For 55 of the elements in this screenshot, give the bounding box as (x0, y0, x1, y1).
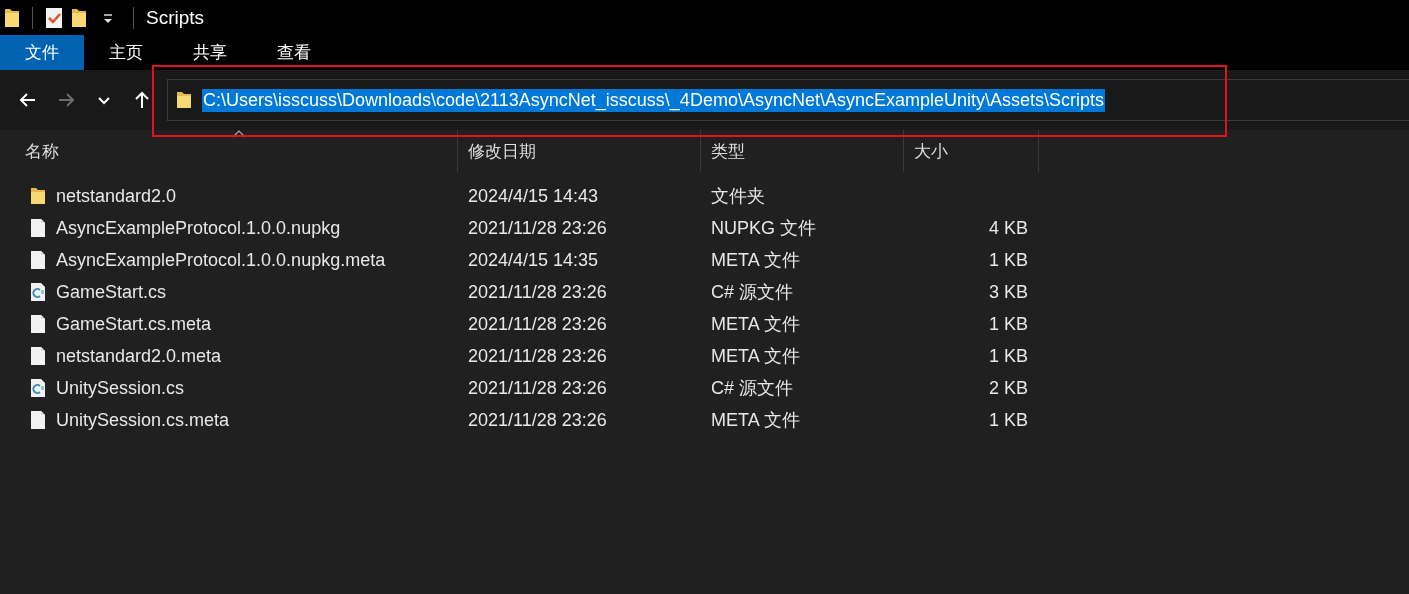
file-type: META 文件 (711, 250, 800, 270)
file-type: 文件夹 (711, 186, 765, 206)
file-name[interactable]: UnitySession.cs.meta (56, 409, 230, 431)
modified-date: 2021/11/28 23:26 (468, 217, 607, 238)
file-name[interactable]: netstandard2.0 (56, 185, 177, 207)
file-name[interactable]: GameStart.cs.meta (56, 313, 212, 335)
modified-date: 2021/11/28 23:26 (468, 409, 607, 430)
folder-icon[interactable] (4, 6, 20, 29)
file-name[interactable]: AsyncExampleProtocol.1.0.0.nupkg.meta (56, 249, 386, 271)
file-icon (30, 346, 46, 366)
folder-icon (176, 90, 192, 110)
ribbon-tab[interactable]: 查看 (252, 35, 336, 70)
file-name[interactable]: netstandard2.0.meta (56, 345, 222, 367)
file-icon (30, 314, 46, 334)
ribbon-tab[interactable]: 主页 (84, 35, 168, 70)
sort-caret-icon (232, 130, 246, 138)
file-type: META 文件 (711, 314, 800, 334)
csharp-file-icon (30, 378, 46, 398)
folder-icon (30, 186, 46, 206)
column-header[interactable]: 名称 (25, 139, 59, 163)
file-name[interactable]: GameStart.cs (56, 281, 167, 303)
file-size: 1 KB (988, 409, 1028, 430)
file-name[interactable]: UnitySession.cs (56, 377, 185, 399)
folder-icon[interactable] (71, 6, 87, 29)
file-icon (30, 218, 46, 238)
modified-date: 2021/11/28 23:26 (468, 345, 607, 366)
address-bar[interactable]: C:\Users\isscuss\Downloads\code\2113AsyncNet_isscuss\_4Demo\AsyncNet\AsyncExampleUnity\Assets\Scripts (167, 79, 1409, 121)
modified-date: 2021/11/28 23:26 (468, 313, 607, 334)
modified-date: 2024/4/15 14:43 (468, 185, 599, 206)
modified-date: 2024/4/15 14:35 (468, 249, 599, 270)
window-title: Scripts (146, 6, 205, 29)
file-size: 1 KB (988, 345, 1028, 366)
file-size: 4 KB (988, 217, 1028, 238)
file-size: 3 KB (988, 281, 1028, 302)
file-type: NUPKG 文件 (711, 218, 816, 238)
csharp-file-icon (30, 282, 46, 302)
address-path: C:\Users\isscuss\Downloads\code\2113AsyncNet_isscuss\_4Demo\AsyncNet\AsyncExampleUnity\Assets\Scripts (202, 88, 1105, 112)
file-icon (30, 250, 46, 270)
file-type: C# 源文件 (711, 378, 793, 398)
file-type: META 文件 (711, 346, 800, 366)
file-size: 1 KB (988, 313, 1028, 334)
column-header[interactable]: 类型 (711, 139, 745, 163)
properties-checkmark-icon[interactable] (45, 6, 63, 29)
file-type: META 文件 (711, 410, 800, 430)
ribbon-tab[interactable]: 文件 (0, 35, 84, 70)
modified-date: 2021/11/28 23:26 (468, 281, 607, 302)
modified-date: 2021/11/28 23:26 (468, 377, 607, 398)
ribbon-tab[interactable]: 共享 (168, 35, 252, 70)
file-icon (30, 410, 46, 430)
file-size: 1 KB (988, 249, 1028, 270)
file-name[interactable]: AsyncExampleProtocol.1.0.0.nupkg (56, 217, 341, 239)
file-type: C# 源文件 (711, 282, 793, 302)
file-size: 2 KB (988, 377, 1028, 398)
column-header[interactable]: 修改日期 (468, 139, 536, 163)
column-header[interactable]: 大小 (914, 139, 948, 163)
